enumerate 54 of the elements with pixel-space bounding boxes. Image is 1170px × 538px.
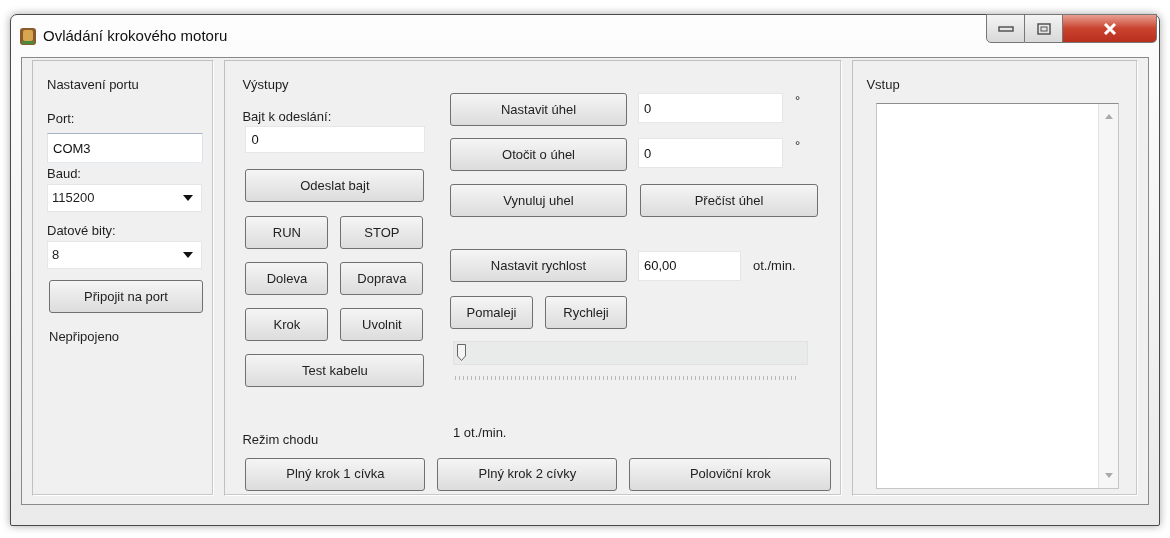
window-title: Ovládání krokového motoru bbox=[43, 25, 228, 46]
read-angle-button[interactable]: Přečíst úhel bbox=[640, 184, 818, 217]
close-icon bbox=[1102, 22, 1117, 35]
send-button[interactable]: Odeslat bajt bbox=[245, 169, 425, 202]
button[interactable]: STOP bbox=[340, 216, 424, 249]
dropdown-arrow-icon bbox=[183, 194, 193, 201]
set-speed-button[interactable]: Nastavit rychlost bbox=[450, 249, 627, 282]
unit-label: ° bbox=[795, 137, 801, 155]
slower-button[interactable]: Pomaleji bbox=[450, 296, 533, 329]
button[interactable]: Doleva bbox=[245, 262, 329, 295]
section-title: Režim chodu bbox=[242, 431, 319, 449]
maximize-button[interactable] bbox=[1025, 14, 1063, 43]
input-field[interactable]: 60,00 bbox=[638, 250, 741, 281]
dropdown[interactable]: 115200 bbox=[47, 183, 202, 212]
button[interactable]: Uvolnit bbox=[340, 308, 424, 341]
panel-title: Výstupy bbox=[242, 76, 290, 94]
panel-title: Vstup bbox=[866, 76, 901, 94]
dropdown-value: 115200 bbox=[52, 188, 95, 207]
close-button[interactable] bbox=[1063, 14, 1157, 43]
minimize-icon bbox=[997, 25, 1014, 32]
test-button[interactable]: Test kabelu bbox=[245, 354, 425, 387]
field-label: Bajt k odeslání: bbox=[242, 107, 333, 126]
dropdown[interactable]: 8 bbox=[47, 241, 202, 269]
button[interactable]: Doprava bbox=[340, 262, 424, 295]
scroll-down-icon bbox=[1104, 472, 1113, 478]
button[interactable]: Nastavit úhel bbox=[450, 93, 627, 126]
button[interactable]: Otočit o úhel bbox=[450, 138, 627, 171]
field-label: Baud: bbox=[47, 165, 82, 183]
panel-title: Nastavení portu bbox=[47, 76, 140, 94]
button[interactable]: RUN bbox=[245, 216, 329, 249]
app-icon bbox=[19, 26, 37, 46]
dropdown-arrow-icon bbox=[183, 252, 193, 258]
speed-reading: 1 ot./min. bbox=[453, 423, 507, 442]
unit-label: ot./min. bbox=[753, 256, 796, 275]
unit-label: ° bbox=[795, 92, 801, 110]
mode-button[interactable]: Plný krok 1 cívka bbox=[245, 457, 426, 491]
input-field[interactable]: 0 bbox=[638, 93, 783, 123]
slider-thumb[interactable] bbox=[457, 344, 466, 361]
minimize-button[interactable] bbox=[986, 14, 1025, 43]
status-text: Nepřipojeno bbox=[49, 328, 121, 346]
mode-button[interactable]: Poloviční krok bbox=[629, 457, 832, 491]
connect-button[interactable]: Připojit na port bbox=[49, 280, 203, 313]
field-label: Datové bity: bbox=[47, 221, 117, 240]
field-label: Port: bbox=[47, 109, 76, 128]
reset-angle-button[interactable]: Vynuluj uhel bbox=[450, 184, 627, 217]
input-field[interactable]: COM3 bbox=[47, 133, 203, 163]
maximize-icon bbox=[1036, 22, 1051, 35]
dropdown-value: 8 bbox=[52, 246, 60, 265]
input-field[interactable]: 0 bbox=[638, 138, 783, 168]
faster-button[interactable]: Rychleji bbox=[545, 296, 627, 329]
scroll-up-icon bbox=[1104, 113, 1113, 119]
input-field[interactable]: 0 bbox=[245, 126, 426, 153]
button[interactable]: Krok bbox=[245, 308, 329, 341]
mode-button[interactable]: Plný krok 2 cívky bbox=[437, 457, 618, 491]
